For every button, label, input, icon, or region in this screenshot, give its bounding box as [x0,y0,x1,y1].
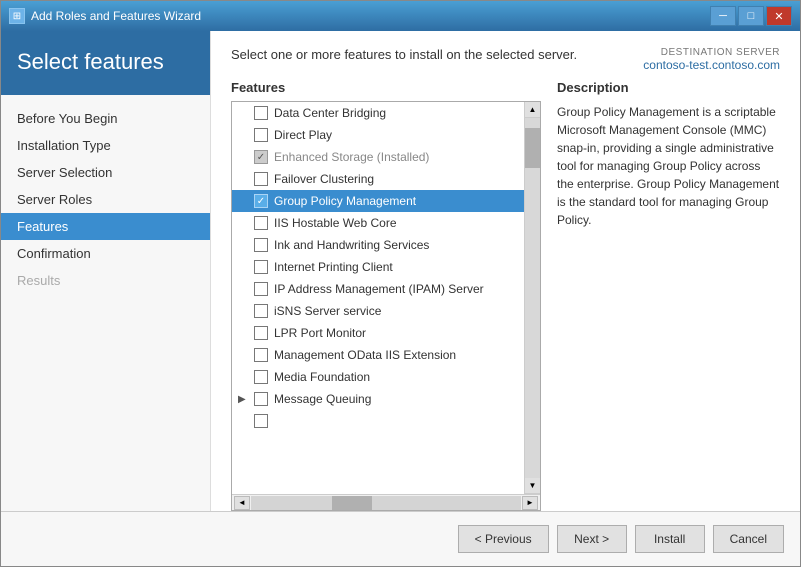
feature-item-isns-server[interactable]: iSNS Server service [232,300,524,322]
destination-label: DESTINATION SERVER [643,47,780,58]
feature-label-internet-printing-client: Internet Printing Client [274,260,393,274]
title-bar: ⊞ Add Roles and Features Wizard ─ □ ✕ [1,1,800,31]
app-icon: ⊞ [9,8,25,24]
features-list-wrapper: Data Center Bridging Direct Play ✓ Enhanced… [231,101,541,511]
features-label: Features [231,80,541,95]
feature-item-internet-printing-client[interactable]: Internet Printing Client [232,256,524,278]
feature-label-message-queuing: Message Queuing [274,392,371,406]
feature-label-management-odata: Management OData IIS Extension [274,348,456,362]
scroll-down-button[interactable]: ▼ [525,478,541,494]
sidebar-header: Select features [1,31,210,95]
hscroll-thumb[interactable] [332,496,372,510]
hscroll-track [251,496,521,510]
destination-info: DESTINATION SERVER contoso-test.contoso.… [643,47,780,72]
sidebar-item-server-selection[interactable]: Server Selection [1,159,210,186]
sidebar-nav: Before You Begin Installation Type Serve… [1,95,210,304]
footer: < Previous Next > Install Cancel [1,511,800,566]
features-section: Features Data Center Bridging Direct Play… [211,80,800,511]
checkbox-failover-clustering[interactable] [254,172,268,186]
main-header: Select one or more features to install o… [211,31,800,80]
sidebar-item-installation-type[interactable]: Installation Type [1,132,210,159]
checkbox-media-foundation[interactable] [254,370,268,384]
feature-item-media-foundation[interactable]: Media Foundation [232,366,524,388]
features-list-inner: Data Center Bridging Direct Play ✓ Enhanced… [232,102,540,494]
feature-item-partial[interactable] [232,410,524,432]
checkbox-message-queuing[interactable] [254,392,268,406]
horizontal-scrollbar: ◄ ► [232,494,540,510]
main-instruction: Select one or more features to install o… [231,47,643,62]
vertical-scrollbar: ▲ ▼ [524,102,540,494]
feature-item-message-queuing[interactable]: ▶ Message Queuing [232,388,524,410]
maximize-button[interactable]: □ [738,6,764,26]
scroll-left-button[interactable]: ◄ [234,496,250,510]
description-panel: Description Group Policy Management is a… [557,80,780,511]
sidebar-item-before-you-begin[interactable]: Before You Begin [1,105,210,132]
checkbox-partial[interactable] [254,414,268,428]
scroll-track [525,118,540,478]
title-bar-controls: ─ □ ✕ [710,6,792,26]
sidebar-item-confirmation[interactable]: Confirmation [1,240,210,267]
features-list-container: Features Data Center Bridging Direct Play… [231,80,541,511]
feature-item-lpr-port-monitor[interactable]: LPR Port Monitor [232,322,524,344]
feature-label-ipam-server: IP Address Management (IPAM) Server [274,282,484,296]
feature-label-isns-server: iSNS Server service [274,304,381,318]
scroll-right-button[interactable]: ► [522,496,538,510]
title-bar-left: ⊞ Add Roles and Features Wizard [9,8,201,24]
description-text: Group Policy Management is a scriptable … [557,103,780,229]
checkbox-ink-handwriting[interactable] [254,238,268,252]
feature-label-failover-clustering: Failover Clustering [274,172,374,186]
feature-item-data-center-bridging[interactable]: Data Center Bridging [232,102,524,124]
sidebar-item-features[interactable]: Features [1,213,210,240]
sidebar-title: Select features [17,49,194,75]
expand-icon-message-queuing[interactable]: ▶ [238,394,254,405]
feature-item-failover-clustering[interactable]: Failover Clustering [232,168,524,190]
main-window: ⊞ Add Roles and Features Wizard ─ □ ✕ Se… [0,0,801,567]
feature-item-enhanced-storage[interactable]: ✓ Enhanced Storage (Installed) [232,146,524,168]
feature-label-lpr-port-monitor: LPR Port Monitor [274,326,366,340]
previous-button[interactable]: < Previous [458,525,549,553]
cancel-button[interactable]: Cancel [713,525,784,553]
checkbox-iis-hostable-web-core[interactable] [254,216,268,230]
sidebar-item-results: Results [1,267,210,294]
checkbox-data-center-bridging[interactable] [254,106,268,120]
close-button[interactable]: ✕ [766,6,792,26]
feature-label-media-foundation: Media Foundation [274,370,370,384]
feature-item-management-odata[interactable]: Management OData IIS Extension [232,344,524,366]
checkbox-group-policy-management[interactable]: ✓ [254,194,268,208]
sidebar: Select features Before You Begin Install… [1,31,211,511]
window-title: Add Roles and Features Wizard [31,9,201,23]
feature-item-direct-play[interactable]: Direct Play [232,124,524,146]
features-list-scroll[interactable]: Data Center Bridging Direct Play ✓ Enhanced… [232,102,524,494]
scroll-thumb[interactable] [525,128,540,168]
checkbox-enhanced-storage[interactable]: ✓ [254,150,268,164]
feature-label-data-center-bridging: Data Center Bridging [274,106,386,120]
checkbox-isns-server[interactable] [254,304,268,318]
sidebar-item-server-roles[interactable]: Server Roles [1,186,210,213]
feature-item-ipam-server[interactable]: IP Address Management (IPAM) Server [232,278,524,300]
feature-label-group-policy-management: Group Policy Management [274,194,416,208]
description-label: Description [557,80,780,95]
feature-label-enhanced-storage: Enhanced Storage (Installed) [274,150,429,164]
feature-item-ink-handwriting[interactable]: Ink and Handwriting Services [232,234,524,256]
minimize-button[interactable]: ─ [710,6,736,26]
install-button[interactable]: Install [635,525,705,553]
checkbox-ipam-server[interactable] [254,282,268,296]
feature-label-iis-hostable-web-core: IIS Hostable Web Core [274,216,397,230]
next-button[interactable]: Next > [557,525,627,553]
scroll-up-button[interactable]: ▲ [525,102,541,118]
feature-label-direct-play: Direct Play [274,128,332,142]
checkbox-lpr-port-monitor[interactable] [254,326,268,340]
content-area: Select features Before You Begin Install… [1,31,800,511]
checkbox-direct-play[interactable] [254,128,268,142]
feature-label-ink-handwriting: Ink and Handwriting Services [274,238,429,252]
main-content: Select one or more features to install o… [211,31,800,511]
destination-server: contoso-test.contoso.com [643,58,780,72]
checkbox-management-odata[interactable] [254,348,268,362]
feature-item-group-policy-management[interactable]: ✓ Group Policy Management [232,190,524,212]
feature-item-iis-hostable-web-core[interactable]: IIS Hostable Web Core [232,212,524,234]
checkbox-internet-printing-client[interactable] [254,260,268,274]
